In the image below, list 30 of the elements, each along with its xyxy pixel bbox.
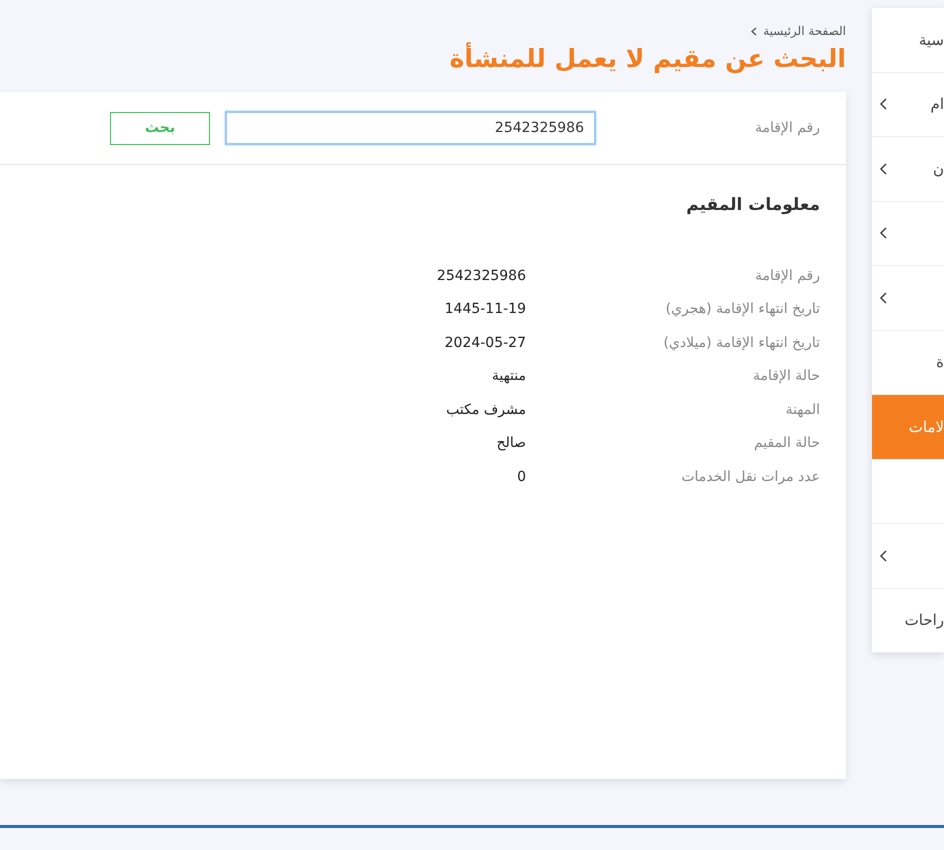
section-title: معلومات المقيم <box>685 194 821 216</box>
field-label: عدد مرات نقل الخدمات <box>680 468 820 487</box>
chevron-icon <box>751 26 758 36</box>
field-label: رقم الإقامة <box>754 266 820 286</box>
field-value: 2542325986 <box>436 266 526 286</box>
page-title: البحث عن مقيم لا يعمل للمنشأة <box>448 44 846 74</box>
sidebar-item-label: ام <box>930 94 944 115</box>
field-label: تاريخ انتهاء الإقامة (هجري) <box>664 300 820 320</box>
field-value: مشرف مكتب <box>446 400 526 420</box>
sidebar-item-label: ن <box>932 158 944 180</box>
field-label: رقم الإقامة <box>754 118 820 138</box>
field-label: حالة المقيم <box>752 434 820 454</box>
sidebar-item[interactable]: راحات <box>872 588 944 653</box>
field-value: صالح <box>496 434 526 454</box>
sidebar-item[interactable]: ام <box>872 72 944 137</box>
field-label: تاريخ انتهاء الإقامة (ميلادي) <box>662 334 820 353</box>
sidebar-item-label: راحات <box>904 610 944 631</box>
sidebar-item-label: سية <box>918 30 944 50</box>
field-value: 2024-05-27 <box>444 334 526 353</box>
field-label: حالة الإقامة <box>752 367 820 386</box>
field-value: 0 <box>517 468 526 487</box>
field-label: المهنة <box>784 400 820 420</box>
breadcrumb-link[interactable]: الصفحة الرئيسية <box>763 22 846 40</box>
field-value: 1445-11-19 <box>444 300 526 320</box>
sidebar-item-label: لامات <box>908 416 944 438</box>
field-value: منتهية <box>492 367 526 386</box>
sidebar-item-label: ة <box>936 352 944 373</box>
sidebar-item[interactable]: سية <box>872 8 944 72</box>
sidebar-item[interactable]: ن <box>872 137 944 202</box>
residence-number-input[interactable]: 2542325986 <box>225 111 596 145</box>
